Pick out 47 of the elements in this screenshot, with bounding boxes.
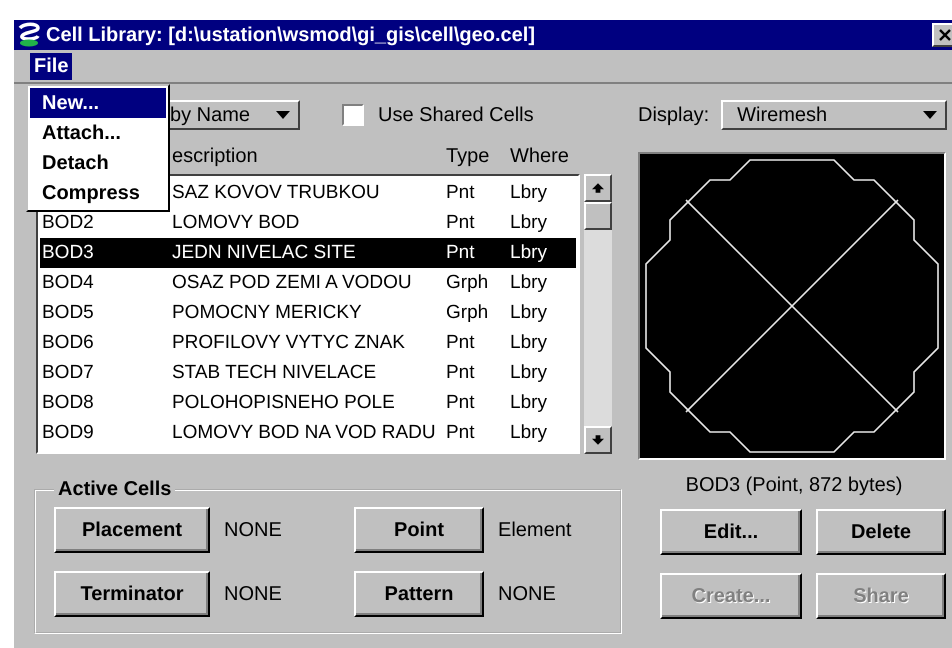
cell-location: Lbry [510, 332, 547, 353]
cell-description: OSAZ POD ZEMI A VODOU [172, 272, 412, 293]
active-cell-value: NONE [498, 582, 556, 606]
cell-description: LOMOVY BOD NA VOD RADU [172, 422, 436, 443]
column-header: Where [510, 145, 570, 168]
cell-location: Lbry [510, 182, 547, 203]
active-cell-value: NONE [224, 518, 282, 542]
cell-name: BOD6 [42, 332, 94, 353]
cell-location: Lbry [510, 362, 547, 383]
active-cell-value: Element [498, 518, 572, 542]
cell-type: Pnt [446, 392, 475, 413]
cell-location: Lbry [510, 272, 547, 293]
cell-type: Pnt [446, 422, 475, 443]
checkbox-label: Use Shared Cells [378, 104, 534, 126]
column-header: Type [446, 145, 490, 168]
cell-name: BOD7 [42, 362, 94, 383]
cell-type: Grph [446, 272, 488, 293]
cell-name: BOD3 [42, 242, 94, 263]
cell-description: POLOHOPISNEHO POLE [172, 392, 395, 413]
cell-location: Lbry [510, 302, 547, 323]
cell-location: Lbry [510, 392, 547, 413]
cell-type: Pnt [446, 182, 475, 203]
cell-type: Pnt [446, 362, 475, 383]
active-cell-value: NONE [224, 582, 282, 606]
column-header: escription [172, 145, 259, 168]
cell-type: Pnt [446, 332, 475, 353]
window-title: Cell Library: [d:\ustation\wsmod\gi_gis\cell\geo.cel] [46, 24, 536, 46]
cell-name: BOD4 [42, 272, 94, 293]
cell-name: BOD5 [42, 302, 94, 323]
cell-type: Pnt [446, 212, 475, 233]
cell-type: Pnt [446, 242, 475, 263]
cell-description: SAZ KOVOV TRUBKOU [172, 182, 380, 203]
cell-name: BOD2 [42, 212, 94, 233]
cell-name: BOD9 [42, 422, 94, 443]
cell-description: POMOCNY MERICKY [172, 302, 362, 323]
preview-caption: BOD3 (Point, 872 bytes) [684, 474, 904, 497]
cell-location: Lbry [510, 212, 547, 233]
display-label: Display: [638, 104, 710, 126]
cell-description: JEDN NIVELAC SITE [172, 242, 356, 263]
cell-location: Lbry [510, 242, 547, 263]
cell-location: Lbry [510, 422, 547, 443]
cell-description: STAB TECH NIVELACE [172, 362, 376, 383]
group-title: Active Cells [57, 478, 172, 501]
cell-description: LOMOVY BOD [172, 212, 300, 233]
cell-name: BOD8 [42, 392, 94, 413]
cell-type: Grph [446, 302, 488, 323]
cell-description: PROFILOVY VYTYC ZNAK [172, 332, 405, 353]
